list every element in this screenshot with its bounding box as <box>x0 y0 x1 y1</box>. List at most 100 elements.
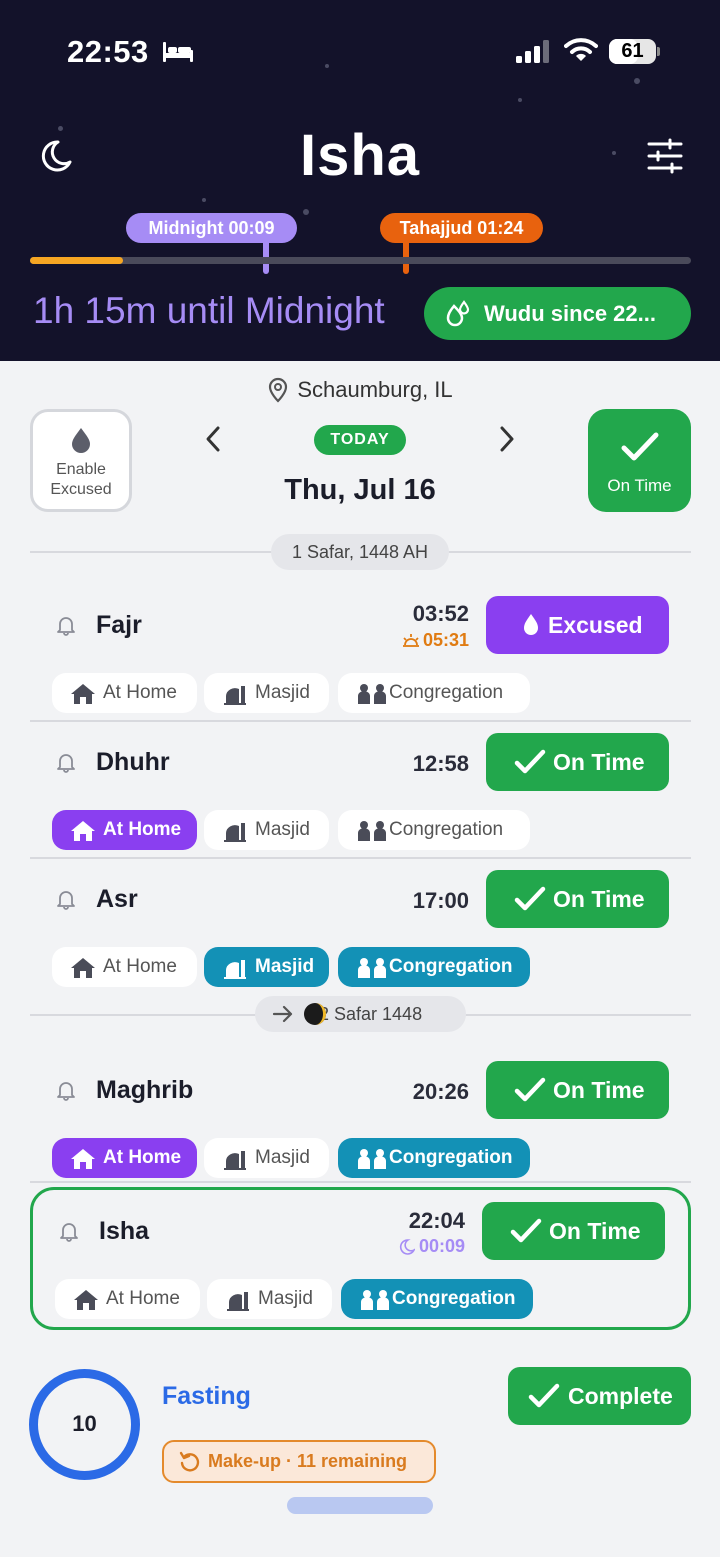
drop-icon <box>72 428 90 453</box>
location[interactable]: Schaumburg, IL <box>0 376 720 403</box>
settings-sliders-icon[interactable] <box>646 137 684 175</box>
bed-icon <box>163 42 193 62</box>
divider <box>30 857 691 859</box>
congregation-chip[interactable]: Congregation <box>338 673 530 713</box>
congregation-chip[interactable]: Congregation <box>338 1138 530 1178</box>
masjid-chip[interactable]: Masjid <box>204 947 329 987</box>
prayer-status-label: Excused <box>548 612 643 638</box>
current-prayer-title: Isha <box>299 123 421 188</box>
chip-label: At Home <box>103 682 177 703</box>
prev-day-chevron-icon[interactable] <box>199 424 229 454</box>
prayer-name: Fajr <box>96 611 142 639</box>
fasting-label[interactable]: Fasting <box>162 1382 251 1411</box>
prayer-sub-time: 05:31 <box>379 630 469 651</box>
chip-label: Congregation <box>389 682 504 703</box>
crescent-moon-icon <box>304 1003 326 1025</box>
chip-label: At Home <box>103 819 182 840</box>
masjid-chip[interactable]: Masjid <box>204 810 329 850</box>
bell-icon[interactable] <box>55 751 77 773</box>
makeup-badge[interactable]: Make-up · 11 remaining <box>162 1440 436 1483</box>
checkmark-icon <box>528 1383 560 1408</box>
battery-icon: 61 <box>609 39 656 64</box>
prayer-status-label: On Time <box>553 886 645 912</box>
divider <box>30 1181 691 1183</box>
prayer-status-label: On Time <box>553 749 645 775</box>
chip-label: Masjid <box>255 1147 310 1168</box>
chip-label: At Home <box>103 1147 182 1168</box>
fasting-complete-button[interactable]: Complete <box>508 1367 691 1425</box>
bell-icon[interactable] <box>55 1079 77 1101</box>
fasting-count: 10 <box>72 1411 97 1436</box>
night-progress-track <box>30 257 691 264</box>
chip-label: Masjid <box>255 819 310 840</box>
day-status-button[interactable]: On Time <box>588 409 691 512</box>
at-home-chip[interactable]: At Home <box>52 947 197 987</box>
star <box>202 198 206 202</box>
star <box>303 209 309 215</box>
bell-icon[interactable] <box>55 888 77 910</box>
battery-percent: 61 <box>621 40 644 62</box>
prayer-status-label: On Time <box>553 1077 645 1103</box>
congregation-chip[interactable]: Congregation <box>338 810 530 850</box>
drop-icon <box>524 614 538 635</box>
signal-icon <box>516 40 549 63</box>
chip-label: Congregation <box>389 1147 513 1168</box>
refresh-icon <box>179 1451 200 1472</box>
checkmark-icon <box>514 886 546 911</box>
next-hijri-chip: 2 Safar 1448 <box>255 996 466 1032</box>
wudu-button[interactable]: Wudu since 22... <box>424 287 691 340</box>
hijri-date-chip: 1 Safar, 1448 AH <box>271 534 449 570</box>
night-progress-fill <box>30 257 123 264</box>
fasting-count-ring[interactable]: 10 <box>29 1369 140 1480</box>
chip-label: Congregation <box>389 956 513 977</box>
on-time-button[interactable]: On Time <box>486 733 669 791</box>
prayer-time: 12:58 <box>412 751 469 776</box>
at-home-chip[interactable]: At Home <box>52 1138 197 1178</box>
today-badge[interactable]: TODAY <box>314 425 406 455</box>
tahajjud-marker-label: Tahajjud 01:24 <box>380 213 543 243</box>
checkmark-icon <box>514 1077 546 1102</box>
prayer-name: Maghrib <box>96 1076 194 1104</box>
midnight-marker-label: Midnight 00:09 <box>126 213 297 243</box>
chip-label: At Home <box>103 956 177 977</box>
at-home-chip[interactable]: At Home <box>52 673 197 713</box>
location-pin-icon <box>269 378 288 403</box>
masjid-chip[interactable]: Masjid <box>204 673 329 713</box>
on-time-button[interactable]: On Time <box>486 1061 669 1119</box>
prayer-sub-time-value: 05:31 <box>422 630 469 650</box>
current-prayer-highlight <box>30 1187 691 1330</box>
location-label: Schaumburg, IL <box>297 377 453 403</box>
masjid-chip[interactable]: Masjid <box>204 1138 329 1178</box>
countdown-text: 1h 15m until Midnight <box>33 290 385 331</box>
header-panel: 22:53 61 Isha Midnight 00:09 Tahajjud 01… <box>0 0 720 361</box>
prayer-name: Asr <box>96 885 138 913</box>
chip-label: Masjid <box>255 682 310 703</box>
arrow-right-icon <box>272 1005 293 1023</box>
next-hijri-label: 2 Safar 1448 <box>319 1004 423 1024</box>
prayer-time: 03:52 <box>412 601 469 626</box>
excused-button[interactable]: Excused <box>486 596 669 654</box>
status-bar: 22:53 61 <box>0 0 720 100</box>
status-time: 22:53 <box>67 34 149 69</box>
water-drops-icon <box>446 300 470 327</box>
chip-label: Masjid <box>255 956 315 977</box>
day-status-label: On Time <box>607 476 672 495</box>
congregation-chip[interactable]: Congregation <box>338 947 530 987</box>
divider <box>30 720 691 722</box>
sunrise-icon <box>402 634 419 648</box>
next-day-chevron-icon[interactable] <box>491 424 521 454</box>
checkmark-icon <box>621 432 658 461</box>
battery-nub <box>657 47 660 56</box>
prayer-name: Dhuhr <box>96 748 170 776</box>
on-time-button[interactable]: On Time <box>486 870 669 928</box>
sheet-handle[interactable] <box>287 1497 433 1514</box>
bell-icon[interactable] <box>55 614 77 636</box>
wudu-label: Wudu since 22... <box>484 301 656 326</box>
prayer-time: 20:26 <box>412 1079 469 1104</box>
at-home-chip[interactable]: At Home <box>52 810 197 850</box>
prayer-time: 17:00 <box>412 888 469 913</box>
wifi-icon <box>564 38 598 61</box>
checkmark-icon <box>514 749 546 774</box>
chip-label: Congregation <box>389 819 504 840</box>
fasting-status-label: Complete <box>568 1383 673 1409</box>
